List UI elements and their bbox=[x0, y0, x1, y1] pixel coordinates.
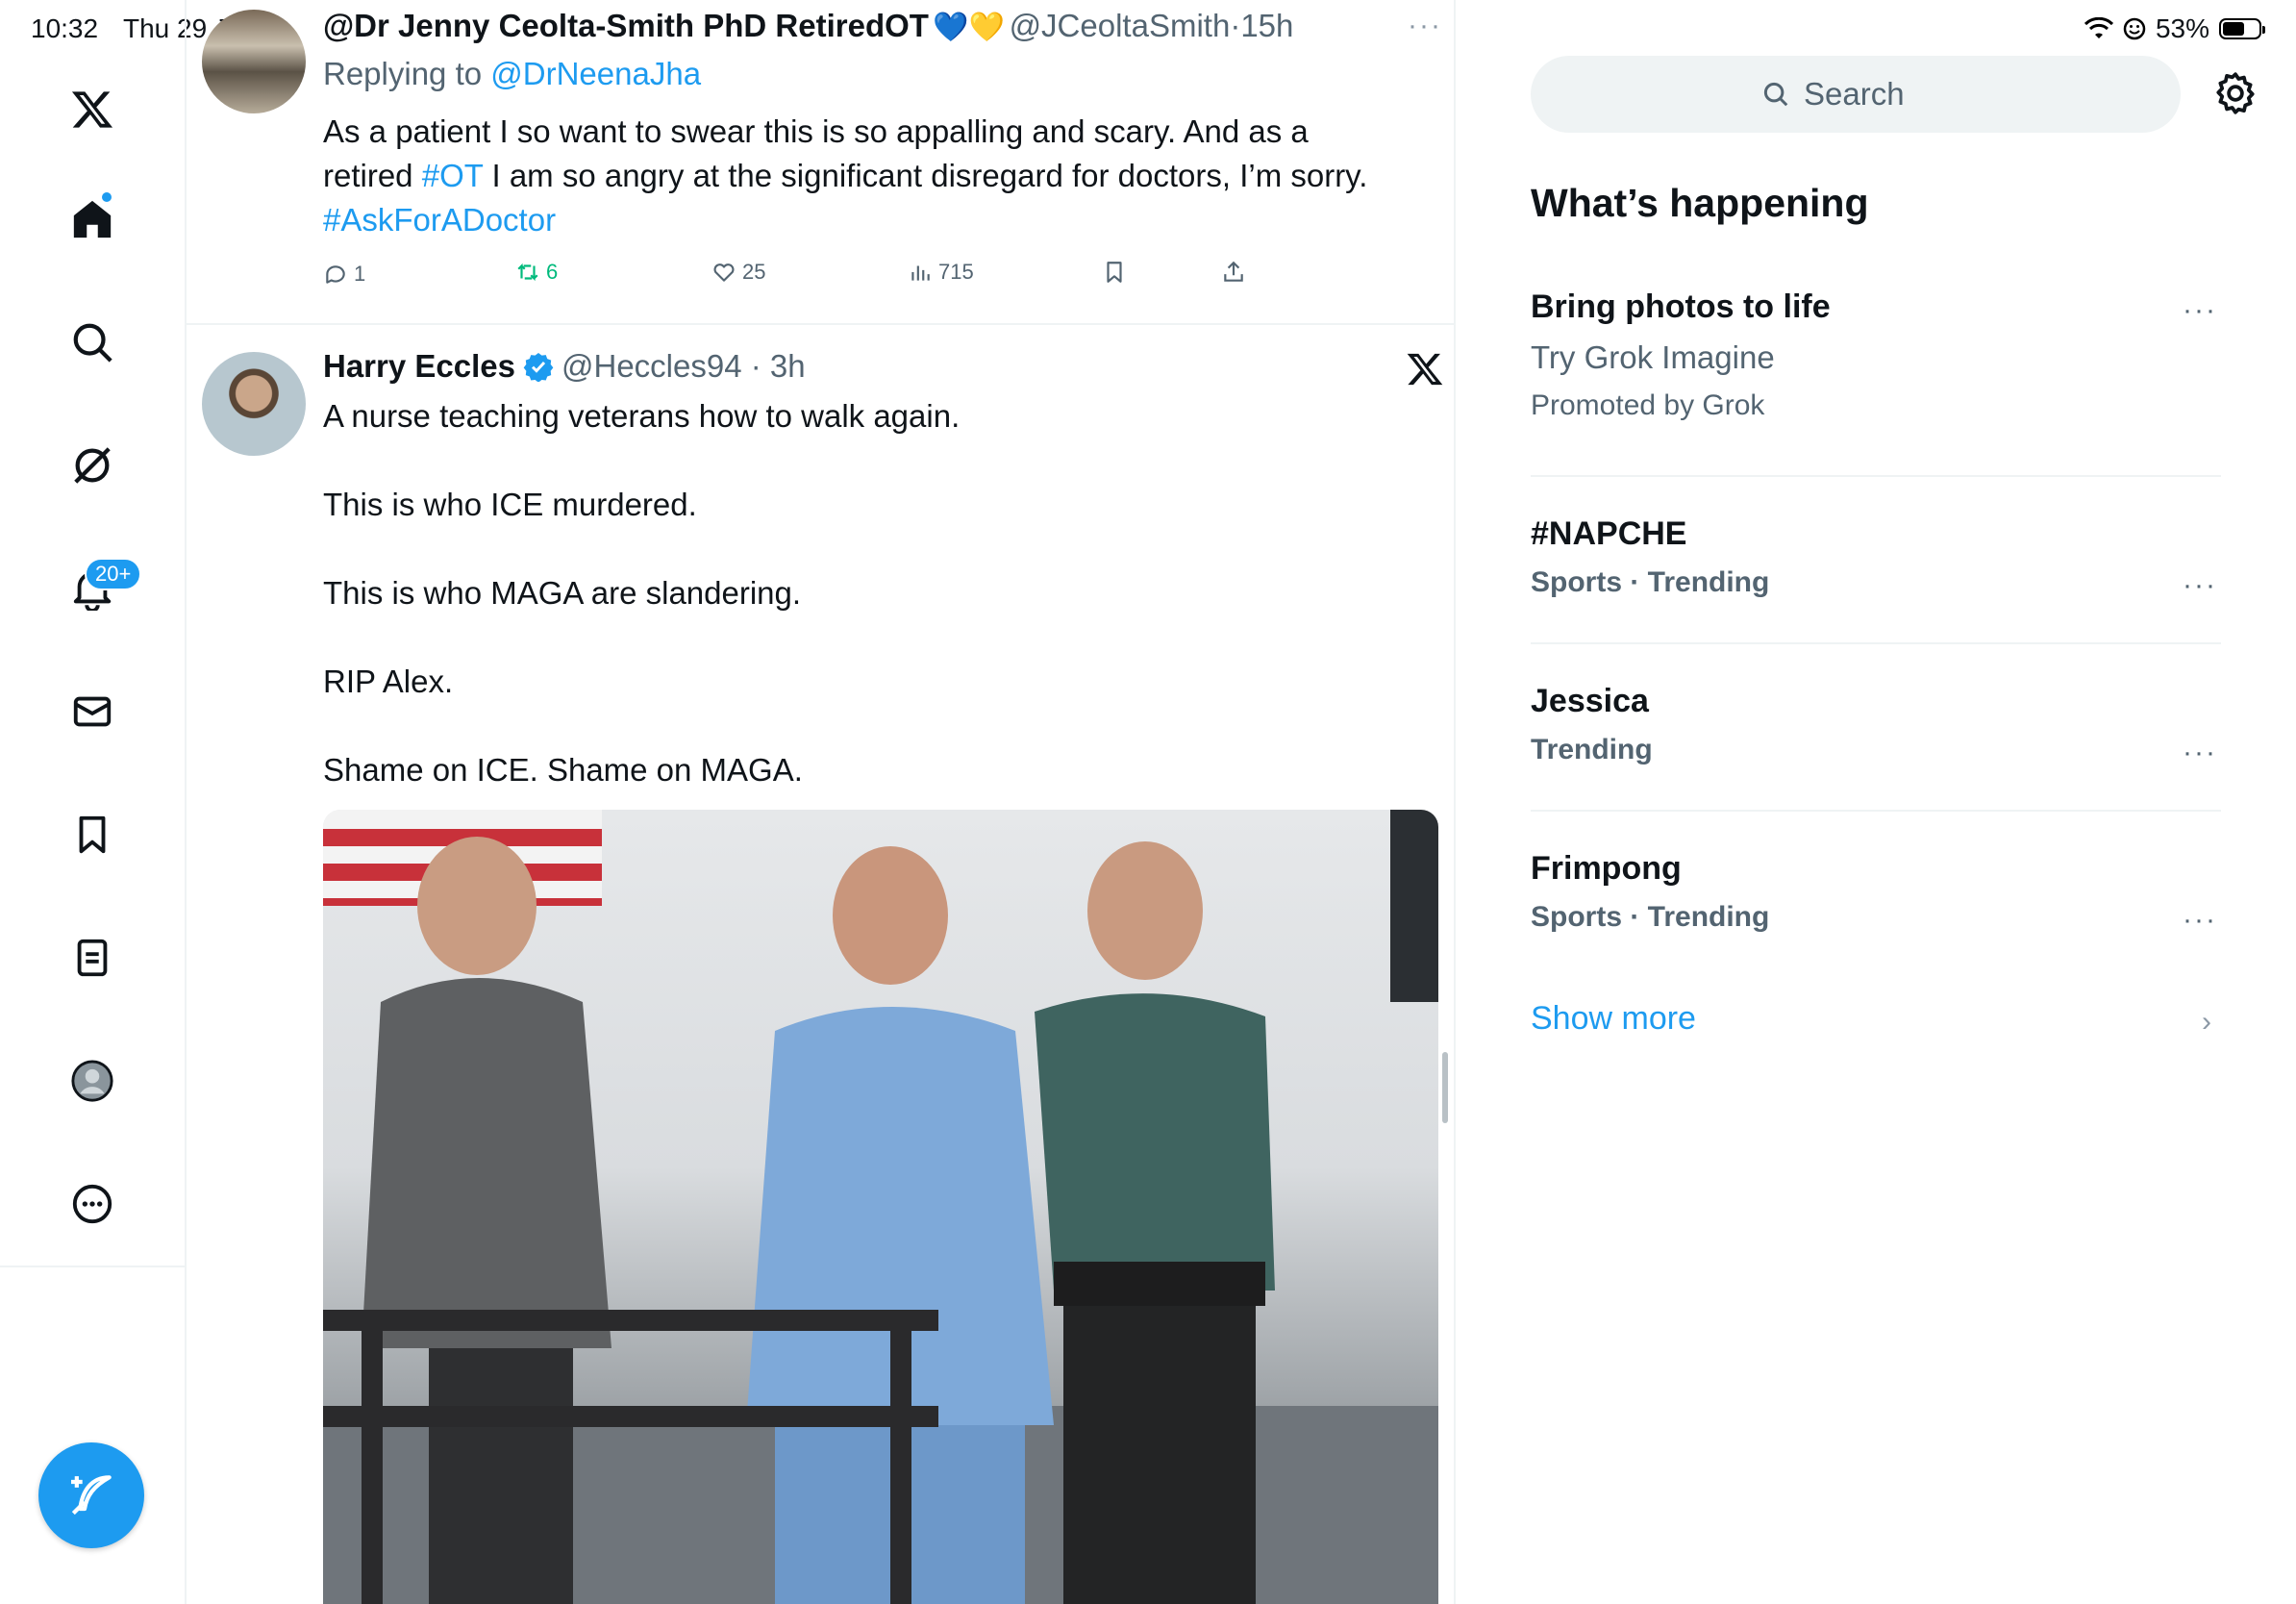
author-name[interactable]: Harry Eccles bbox=[323, 348, 515, 385]
trend-title: Bring photos to life bbox=[1531, 288, 1831, 325]
trend-divider bbox=[1531, 810, 2221, 812]
share-icon bbox=[1224, 261, 1243, 282]
view-count: 715 bbox=[938, 260, 974, 284]
trend-divider bbox=[1531, 475, 2221, 477]
bookmark-icon[interactable] bbox=[62, 804, 123, 865]
tweet-time[interactable]: 3h bbox=[770, 348, 806, 384]
repost-icon bbox=[517, 263, 538, 282]
trend-subtitle: Sports · Trending bbox=[1531, 901, 1770, 933]
more-circle-icon[interactable] bbox=[62, 1173, 123, 1235]
replying-to-line: Replying to @DrNeenaJha bbox=[323, 56, 701, 92]
x-logo-icon bbox=[1406, 350, 1444, 388]
trend-subtitle: Trending bbox=[1531, 734, 1653, 765]
author-emojis: 💙💛 bbox=[933, 12, 1006, 43]
wifi-icon bbox=[2084, 17, 2113, 38]
author-avatar[interactable] bbox=[202, 10, 306, 113]
trend-divider bbox=[1531, 642, 2221, 644]
tweet-time[interactable]: 15h bbox=[1240, 8, 1293, 43]
profile-avatar-icon[interactable] bbox=[62, 1050, 123, 1112]
reply-button[interactable]: 1 bbox=[323, 262, 365, 287]
like-button[interactable]: 25 bbox=[711, 260, 765, 285]
chevron-right-icon: › bbox=[2202, 1006, 2211, 1038]
nav-divider bbox=[0, 1266, 185, 1267]
author-handle[interactable]: @JCeoltaSmith bbox=[1010, 8, 1231, 43]
tweet-text: As a patient I so want to swear this is … bbox=[323, 110, 1429, 242]
reply-count: 1 bbox=[354, 262, 366, 286]
trend-title: #NAPCHE bbox=[1531, 515, 1687, 552]
trend-item[interactable]: Bring photos to life Try Grok Imagine Pr… bbox=[1531, 288, 1831, 422]
search-input[interactable] bbox=[1802, 75, 1950, 113]
compose-feather-icon bbox=[71, 1475, 112, 1516]
views-button[interactable]: 715 bbox=[908, 260, 974, 285]
views-chart-icon bbox=[911, 265, 930, 281]
tweet-text: A nurse teaching veterans how to walk ag… bbox=[323, 398, 961, 788]
search-bar[interactable] bbox=[1531, 56, 2181, 133]
mail-icon[interactable] bbox=[62, 681, 123, 742]
compose-post-button[interactable] bbox=[38, 1442, 144, 1548]
repost-button[interactable]: 6 bbox=[515, 260, 558, 285]
scrollbar-thumb[interactable] bbox=[1442, 1052, 1448, 1123]
trend-item[interactable]: Frimpong Sports · Trending bbox=[1531, 850, 1769, 934]
tweet-photo[interactable] bbox=[323, 810, 1438, 1604]
trend-more-icon[interactable]: ··· bbox=[2183, 294, 2217, 327]
author-name[interactable]: @Dr Jenny Ceolta-Smith PhD RetiredOT bbox=[323, 8, 929, 43]
heart-icon bbox=[713, 263, 735, 282]
tweet-header: @Dr Jenny Ceolta-Smith PhD RetiredOT 💙💛 … bbox=[323, 8, 1294, 43]
replying-to-handle[interactable]: @DrNeenaJha bbox=[490, 56, 701, 91]
like-count: 25 bbox=[742, 260, 766, 284]
gear-icon[interactable] bbox=[2211, 69, 2259, 117]
reply-icon bbox=[326, 265, 345, 284]
section-title: What’s happening bbox=[1531, 181, 1869, 225]
tweet-divider bbox=[187, 323, 1454, 325]
tweet-header: Harry Eccles @Heccles94 · 3h bbox=[323, 348, 806, 385]
photo-illustration bbox=[323, 810, 1438, 1604]
grok-icon[interactable] bbox=[62, 435, 123, 496]
trend-item[interactable]: #NAPCHE Sports · Trending bbox=[1531, 515, 1769, 599]
trend-item[interactable]: Jessica Trending bbox=[1531, 683, 1653, 766]
trend-title: Frimpong bbox=[1531, 850, 1682, 887]
notifications-badge: 20+ bbox=[85, 558, 142, 590]
home-notification-dot bbox=[102, 192, 112, 202]
left-nav: 20+ bbox=[0, 0, 187, 1604]
replying-to-prefix: Replying to bbox=[323, 56, 483, 91]
search-icon[interactable] bbox=[62, 312, 123, 373]
focus-smiley-icon bbox=[2123, 17, 2146, 40]
trend-more-icon[interactable]: ··· bbox=[2183, 904, 2217, 937]
trend-promoted: Promoted by Grok bbox=[1531, 389, 1765, 421]
hashtag-ot[interactable]: #OT bbox=[422, 158, 484, 193]
show-more-link[interactable]: Show more bbox=[1531, 1000, 1696, 1038]
battery-icon bbox=[2219, 18, 2265, 39]
share-button[interactable] bbox=[1221, 260, 1246, 285]
verified-badge-icon bbox=[523, 353, 554, 382]
trend-title: Jessica bbox=[1531, 683, 1649, 719]
trend-more-icon[interactable]: ··· bbox=[2183, 569, 2217, 602]
author-handle[interactable]: @Heccles94 bbox=[562, 348, 742, 384]
trend-subtitle: Try Grok Imagine bbox=[1531, 339, 1775, 375]
bookmark-small-icon bbox=[1107, 262, 1122, 283]
tweet-more-icon[interactable]: ··· bbox=[1408, 10, 1442, 42]
trend-subtitle: Sports · Trending bbox=[1531, 566, 1770, 598]
bookmark-button[interactable] bbox=[1102, 260, 1127, 285]
hashtag-askforadoctor[interactable]: #AskForADoctor bbox=[323, 198, 1429, 242]
trend-more-icon[interactable]: ··· bbox=[2183, 737, 2217, 769]
battery-percent: 53% bbox=[2155, 13, 2209, 43]
author-avatar[interactable] bbox=[202, 352, 306, 456]
repost-count: 6 bbox=[546, 260, 559, 284]
search-icon bbox=[1763, 82, 1788, 107]
home-icon[interactable] bbox=[62, 188, 123, 250]
x-logo-icon[interactable] bbox=[62, 79, 123, 140]
lists-icon[interactable] bbox=[62, 927, 123, 989]
status-indicators: 53% bbox=[2084, 13, 2265, 44]
